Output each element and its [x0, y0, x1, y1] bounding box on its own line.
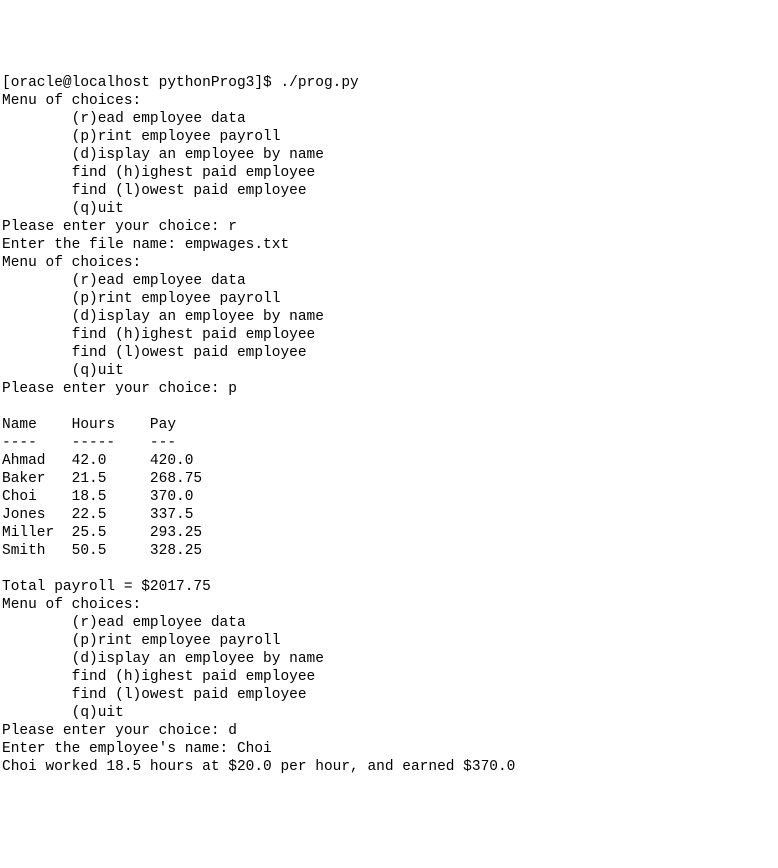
menu-option-lowest: find (l)owest paid employee: [2, 687, 307, 703]
menu-option-read: (r)ead employee data: [2, 615, 246, 631]
user-input-r[interactable]: r: [228, 219, 237, 235]
menu-option-highest: find (h)ighest paid employee: [2, 327, 315, 343]
payroll-row: Baker 21.5 268.75: [2, 471, 202, 487]
menu-option-highest: find (h)ighest paid employee: [2, 669, 315, 685]
payroll-row: Miller 25.5 293.25: [2, 525, 202, 541]
payroll-divider: ---- ----- ---: [2, 435, 176, 451]
menu-option-quit: (q)uit: [2, 705, 124, 721]
payroll-row: Smith 50.5 328.25: [2, 543, 202, 559]
choice-prompt: Please enter your choice:: [2, 219, 228, 235]
total-payroll: Total payroll = $2017.75: [2, 579, 211, 595]
menu-option-print: (p)rint employee payroll: [2, 291, 280, 307]
user-input-empname[interactable]: Choi: [237, 741, 272, 757]
emp-name-prompt: Enter the employee's name:: [2, 741, 237, 757]
menu-header: Menu of choices:: [2, 597, 141, 613]
choice-prompt: Please enter your choice:: [2, 723, 228, 739]
emp-result: Choi worked 18.5 hours at $20.0 per hour…: [2, 759, 515, 775]
terminal-window: [oracle@localhost pythonProg3]$ ./prog.p…: [2, 74, 776, 776]
menu-option-highest: find (h)ighest paid employee: [2, 165, 315, 181]
payroll-row: Choi 18.5 370.0: [2, 489, 193, 505]
choice-prompt: Please enter your choice:: [2, 381, 228, 397]
payroll-row: Ahmad 42.0 420.0: [2, 453, 193, 469]
menu-option-lowest: find (l)owest paid employee: [2, 183, 307, 199]
menu-option-quit: (q)uit: [2, 201, 124, 217]
user-input-filename[interactable]: empwages.txt: [185, 237, 289, 253]
menu-option-print: (p)rint employee payroll: [2, 129, 280, 145]
file-prompt: Enter the file name:: [2, 237, 185, 253]
menu-option-quit: (q)uit: [2, 363, 124, 379]
menu-option-display: (d)isplay an employee by name: [2, 651, 324, 667]
payroll-row: Jones 22.5 337.5: [2, 507, 193, 523]
user-input-p[interactable]: p: [228, 381, 237, 397]
menu-option-read: (r)ead employee data: [2, 273, 246, 289]
menu-option-read: (r)ead employee data: [2, 111, 246, 127]
menu-option-print: (p)rint employee payroll: [2, 633, 280, 649]
user-input-d[interactable]: d: [228, 723, 237, 739]
menu-header: Menu of choices:: [2, 255, 141, 271]
shell-prompt: [oracle@localhost pythonProg3]$ ./prog.p…: [2, 75, 359, 91]
payroll-header: Name Hours Pay: [2, 417, 176, 433]
menu-option-display: (d)isplay an employee by name: [2, 309, 324, 325]
menu-option-display: (d)isplay an employee by name: [2, 147, 324, 163]
menu-header: Menu of choices:: [2, 93, 141, 109]
menu-option-lowest: find (l)owest paid employee: [2, 345, 307, 361]
